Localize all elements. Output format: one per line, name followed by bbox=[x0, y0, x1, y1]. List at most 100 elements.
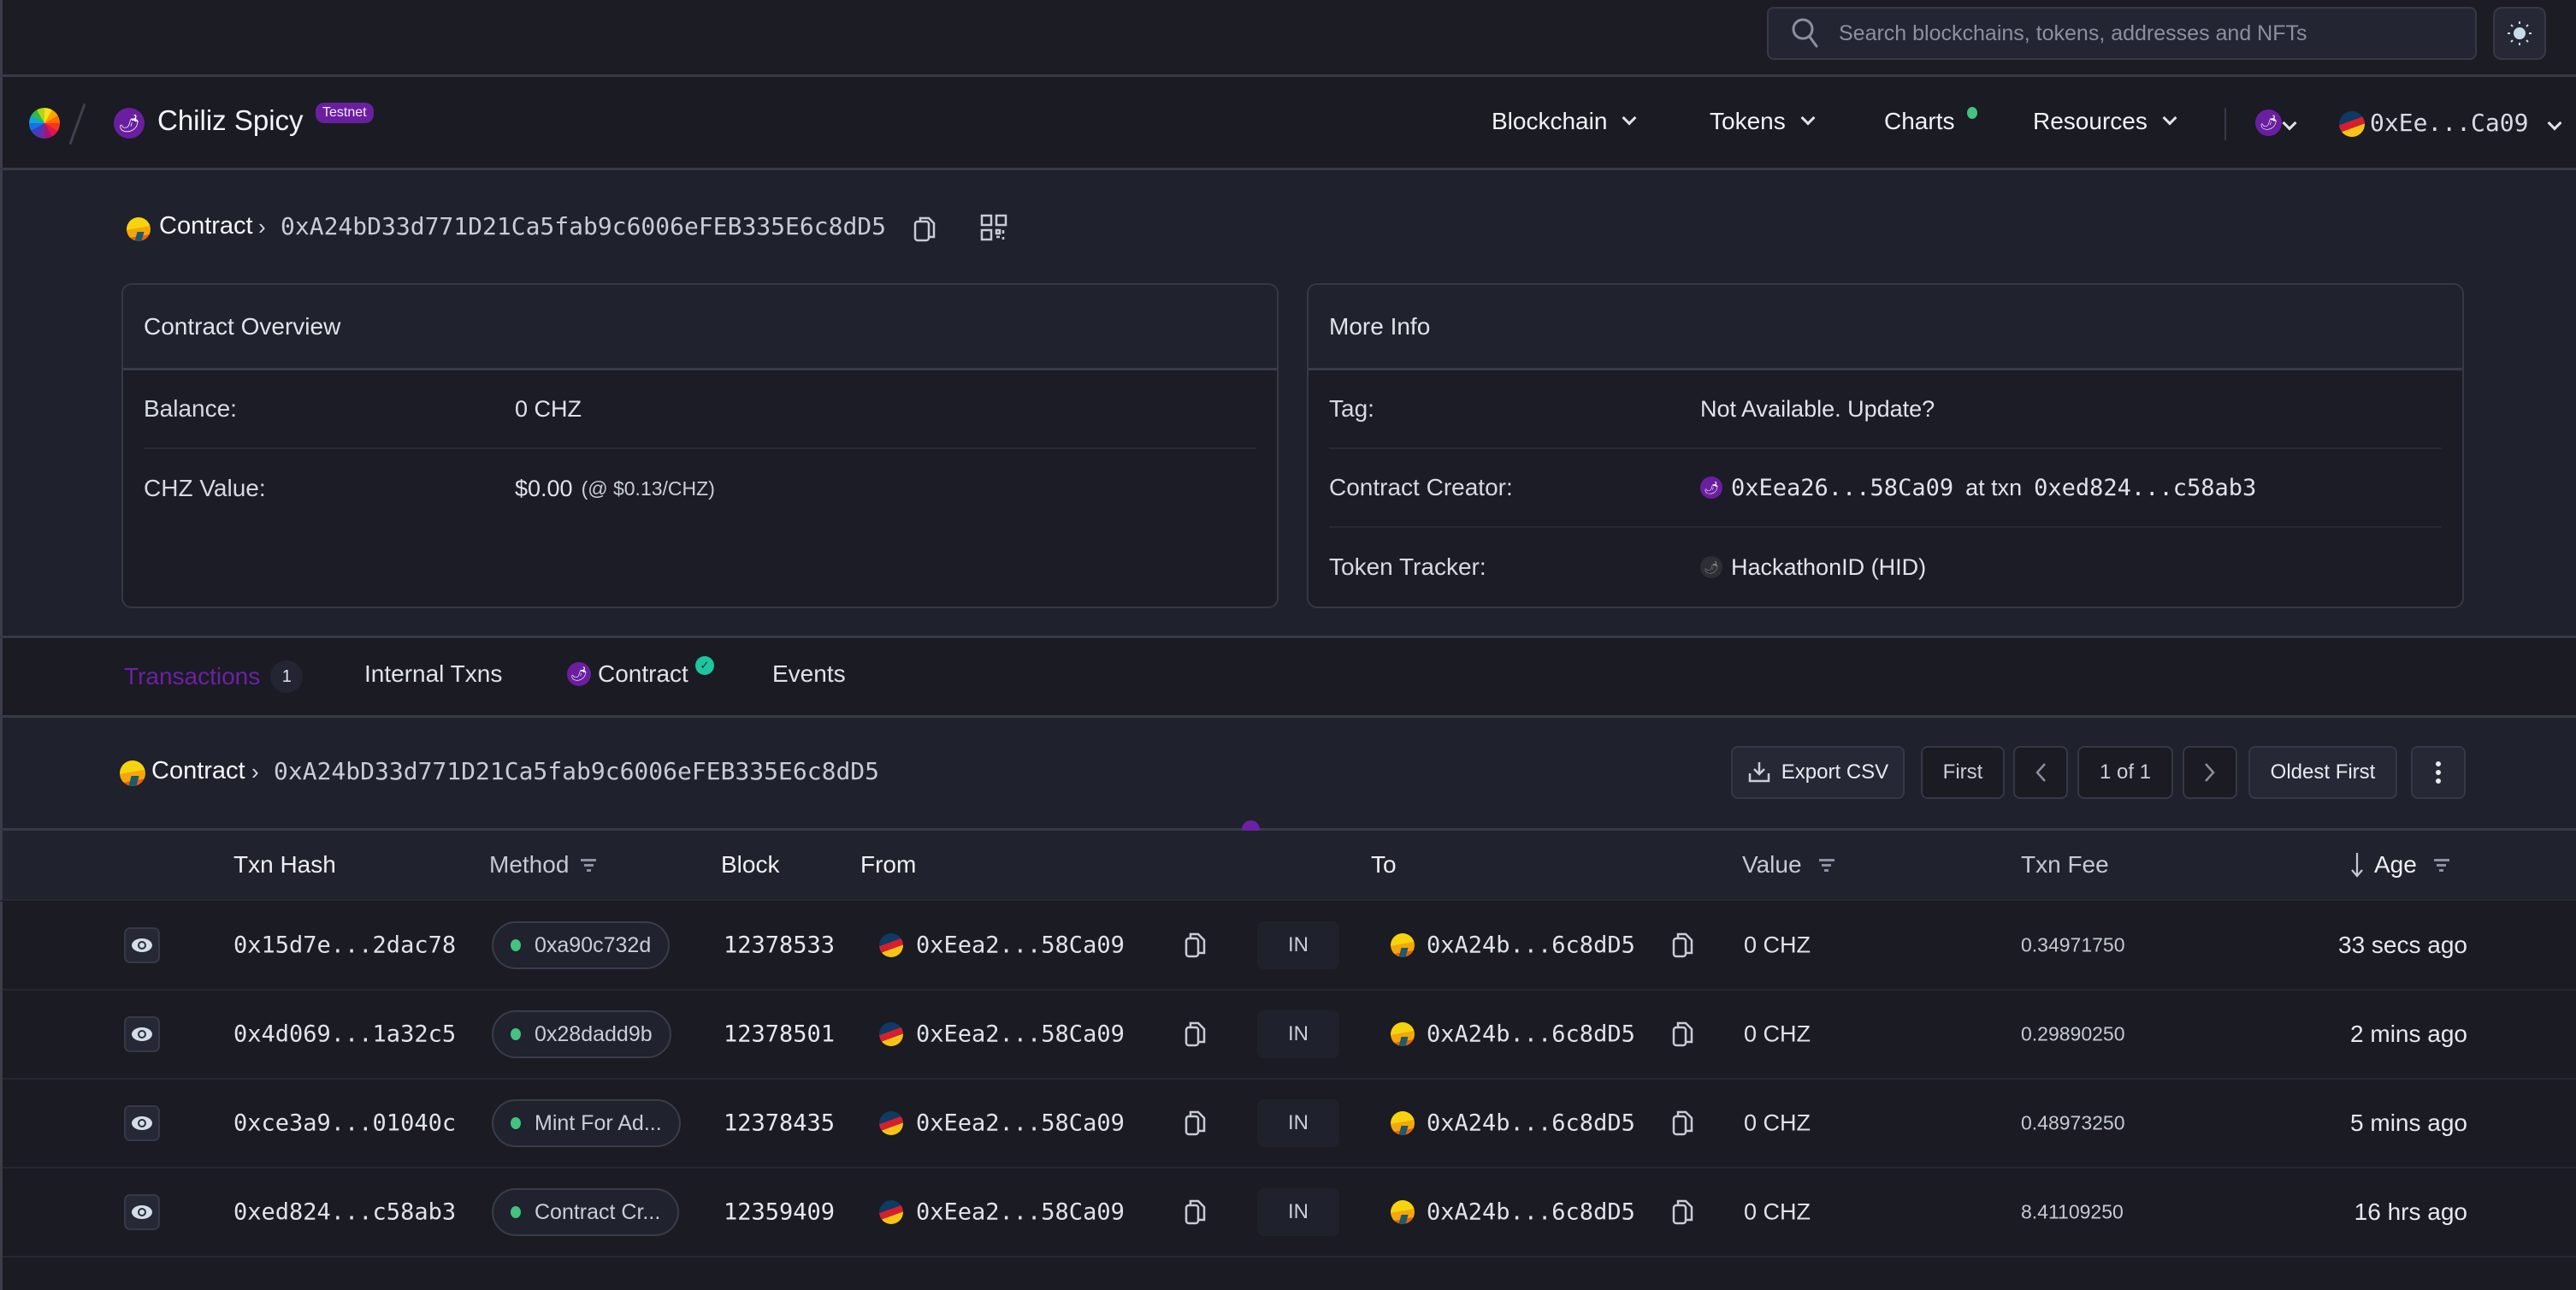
view-details-button[interactable] bbox=[124, 927, 160, 963]
table-row: 0xed824...c58ab3 Contract Cr... 12359409 0x… bbox=[3, 1169, 2576, 1257]
column-header-value[interactable]: Value bbox=[1742, 851, 1835, 879]
chiliz-logo-icon: 🌶︎ bbox=[2255, 109, 2282, 136]
nav-tokens[interactable]: Tokens bbox=[1710, 108, 1816, 135]
balance-label: Balance: bbox=[144, 395, 237, 422]
view-details-button[interactable] bbox=[124, 1105, 160, 1141]
txn-hash-link[interactable]: 0xed824...c58ab3 bbox=[233, 1199, 456, 1226]
balance-value: 0 CHZ bbox=[515, 395, 582, 422]
more-options-button[interactable] bbox=[2411, 746, 2466, 799]
block-link[interactable]: 12378533 bbox=[724, 932, 835, 959]
first-page-button[interactable]: First bbox=[1921, 746, 2005, 799]
from-address-link[interactable]: 0xEea2...58Ca09 bbox=[916, 932, 1125, 959]
eye-icon bbox=[131, 1027, 153, 1042]
contract-overview-card: Contract Overview Balance: 0 CHZ CHZ Val… bbox=[121, 283, 1279, 608]
sort-order-button[interactable]: Oldest First bbox=[2248, 746, 2397, 799]
chevron-down-icon bbox=[1622, 110, 1637, 126]
filter-icon[interactable] bbox=[2433, 858, 2449, 872]
breadcrumb-separator: › bbox=[258, 214, 266, 240]
view-details-button[interactable] bbox=[124, 1016, 160, 1052]
wallet-avatar bbox=[2339, 111, 2365, 137]
chevron-down-icon bbox=[2162, 110, 2177, 126]
search-placeholder: Search blockchains, tokens, addresses an… bbox=[1839, 21, 2307, 45]
network-switcher[interactable]: 🌶︎ bbox=[2252, 103, 2320, 145]
to-address-link[interactable]: 0xA24b...6c8dD5 bbox=[1427, 1021, 1635, 1048]
from-address-link[interactable]: 0xEea2...58Ca09 bbox=[916, 1110, 1125, 1137]
filter-icon[interactable] bbox=[581, 858, 597, 872]
to-avatar bbox=[1391, 1111, 1415, 1135]
column-header-txn-hash: Txn Hash bbox=[233, 851, 336, 879]
qr-code-icon[interactable] bbox=[980, 214, 1007, 246]
export-label: Export CSV bbox=[1781, 760, 1889, 784]
block-link[interactable]: 12378435 bbox=[724, 1110, 835, 1137]
wallet-address: 0xEe...Ca09 bbox=[2370, 109, 2529, 137]
creator-txn-link[interactable]: 0xed824...c58ab3 bbox=[2034, 475, 2256, 501]
txn-fee-cell: 0.48973250 bbox=[2021, 1111, 2125, 1134]
explorer-logo[interactable] bbox=[29, 108, 60, 139]
column-header-method[interactable]: Method bbox=[489, 851, 597, 879]
value-cell: 0 CHZ bbox=[1744, 1021, 1811, 1047]
network-name[interactable]: Chiliz Spicy bbox=[157, 104, 304, 137]
chevron-down-icon bbox=[1800, 110, 1816, 126]
nav-blockchain[interactable]: Blockchain bbox=[1492, 108, 1637, 135]
copy-icon[interactable] bbox=[1185, 1021, 1207, 1048]
notification-dot bbox=[1967, 107, 1977, 119]
value-cell: 0 CHZ bbox=[1744, 932, 1811, 958]
method-badge: Contract Cr... bbox=[492, 1188, 680, 1236]
breadcrumb-slash bbox=[68, 103, 86, 145]
view-details-button[interactable] bbox=[124, 1194, 160, 1230]
method-label: 0xa90c732d bbox=[535, 932, 652, 957]
column-label: Txn Hash bbox=[233, 851, 336, 878]
copy-icon[interactable] bbox=[1672, 932, 1694, 959]
block-link[interactable]: 12359409 bbox=[724, 1199, 835, 1226]
tab-label: Internal Txns bbox=[364, 660, 503, 687]
tab-transactions[interactable]: Transactions 1 bbox=[124, 660, 304, 693]
copy-icon[interactable] bbox=[1185, 1110, 1207, 1137]
nav-label: Charts bbox=[1884, 108, 1955, 134]
from-avatar bbox=[879, 1022, 903, 1046]
theme-toggle-button[interactable] bbox=[2493, 7, 2546, 60]
export-csv-button[interactable]: Export CSV bbox=[1731, 746, 1905, 799]
token-tracker-row: Token Tracker: 🌶︎ HackathonID (HID) bbox=[1329, 528, 2442, 607]
txn-hash-link[interactable]: 0x15d7e...2dac78 bbox=[233, 932, 456, 959]
prev-page-button[interactable] bbox=[2013, 746, 2068, 799]
creator-address-link[interactable]: 0xEea26...58Ca09 bbox=[1731, 475, 1953, 501]
to-avatar bbox=[1391, 1022, 1415, 1046]
next-page-button[interactable] bbox=[2183, 746, 2237, 799]
copy-icon[interactable] bbox=[1185, 932, 1207, 959]
to-address-link[interactable]: 0xA24b...6c8dD5 bbox=[1427, 1199, 1635, 1226]
chz-price: (@ $0.13/CHZ) bbox=[581, 476, 715, 500]
txn-hash-link[interactable]: 0x4d069...1a32c5 bbox=[233, 1021, 456, 1048]
age-cell: 2 mins ago bbox=[2350, 1021, 2467, 1047]
wallet-button[interactable]: 0xEe...Ca09 bbox=[2336, 103, 2576, 145]
direction-badge: IN bbox=[1257, 921, 1339, 969]
to-address-link[interactable]: 0xA24b...6c8dD5 bbox=[1427, 932, 1635, 959]
nav-charts[interactable]: Charts bbox=[1884, 108, 1954, 135]
copy-icon[interactable] bbox=[1672, 1021, 1694, 1048]
search-input[interactable]: Search blockchains, tokens, addresses an… bbox=[1767, 7, 2477, 60]
chevron-left-icon bbox=[2035, 763, 2046, 782]
block-link[interactable]: 12378501 bbox=[724, 1021, 835, 1048]
arrow-down-icon[interactable] bbox=[2350, 851, 2364, 879]
tab-label: Contract bbox=[598, 660, 688, 687]
sun-icon bbox=[2508, 21, 2532, 45]
column-header-age[interactable]: Age bbox=[2350, 851, 2449, 879]
filter-icon[interactable] bbox=[1818, 858, 1835, 872]
from-address-link[interactable]: 0xEea2...58Ca09 bbox=[916, 1021, 1125, 1048]
tab-contract[interactable]: 🌶︎ Contract bbox=[567, 660, 688, 688]
list-contract-address: 0xA24bD33d771D21Ca5fab9c6006eFEB335E6c8d… bbox=[274, 757, 880, 785]
copy-icon[interactable] bbox=[1672, 1198, 1694, 1226]
to-address-link[interactable]: 0xA24b...6c8dD5 bbox=[1427, 1110, 1635, 1137]
chz-value-label: CHZ Value: bbox=[144, 475, 266, 501]
copy-icon[interactable] bbox=[1672, 1110, 1694, 1137]
copy-icon[interactable] bbox=[1185, 1198, 1207, 1226]
from-avatar bbox=[879, 1200, 903, 1224]
nav-resources[interactable]: Resources bbox=[2033, 108, 2177, 135]
tab-count-badge: 1 bbox=[270, 660, 304, 693]
from-address-link[interactable]: 0xEea2...58Ca09 bbox=[916, 1199, 1125, 1226]
tab-internal-txns[interactable]: Internal Txns bbox=[364, 660, 502, 688]
tab-events[interactable]: Events bbox=[772, 660, 846, 688]
txn-hash-link[interactable]: 0xce3a9...01040c bbox=[233, 1110, 456, 1137]
tag-value[interactable]: Not Available. Update? bbox=[1700, 396, 1935, 423]
copy-icon[interactable] bbox=[913, 216, 937, 247]
token-tracker-link[interactable]: HackathonID (HID) bbox=[1731, 554, 1926, 581]
